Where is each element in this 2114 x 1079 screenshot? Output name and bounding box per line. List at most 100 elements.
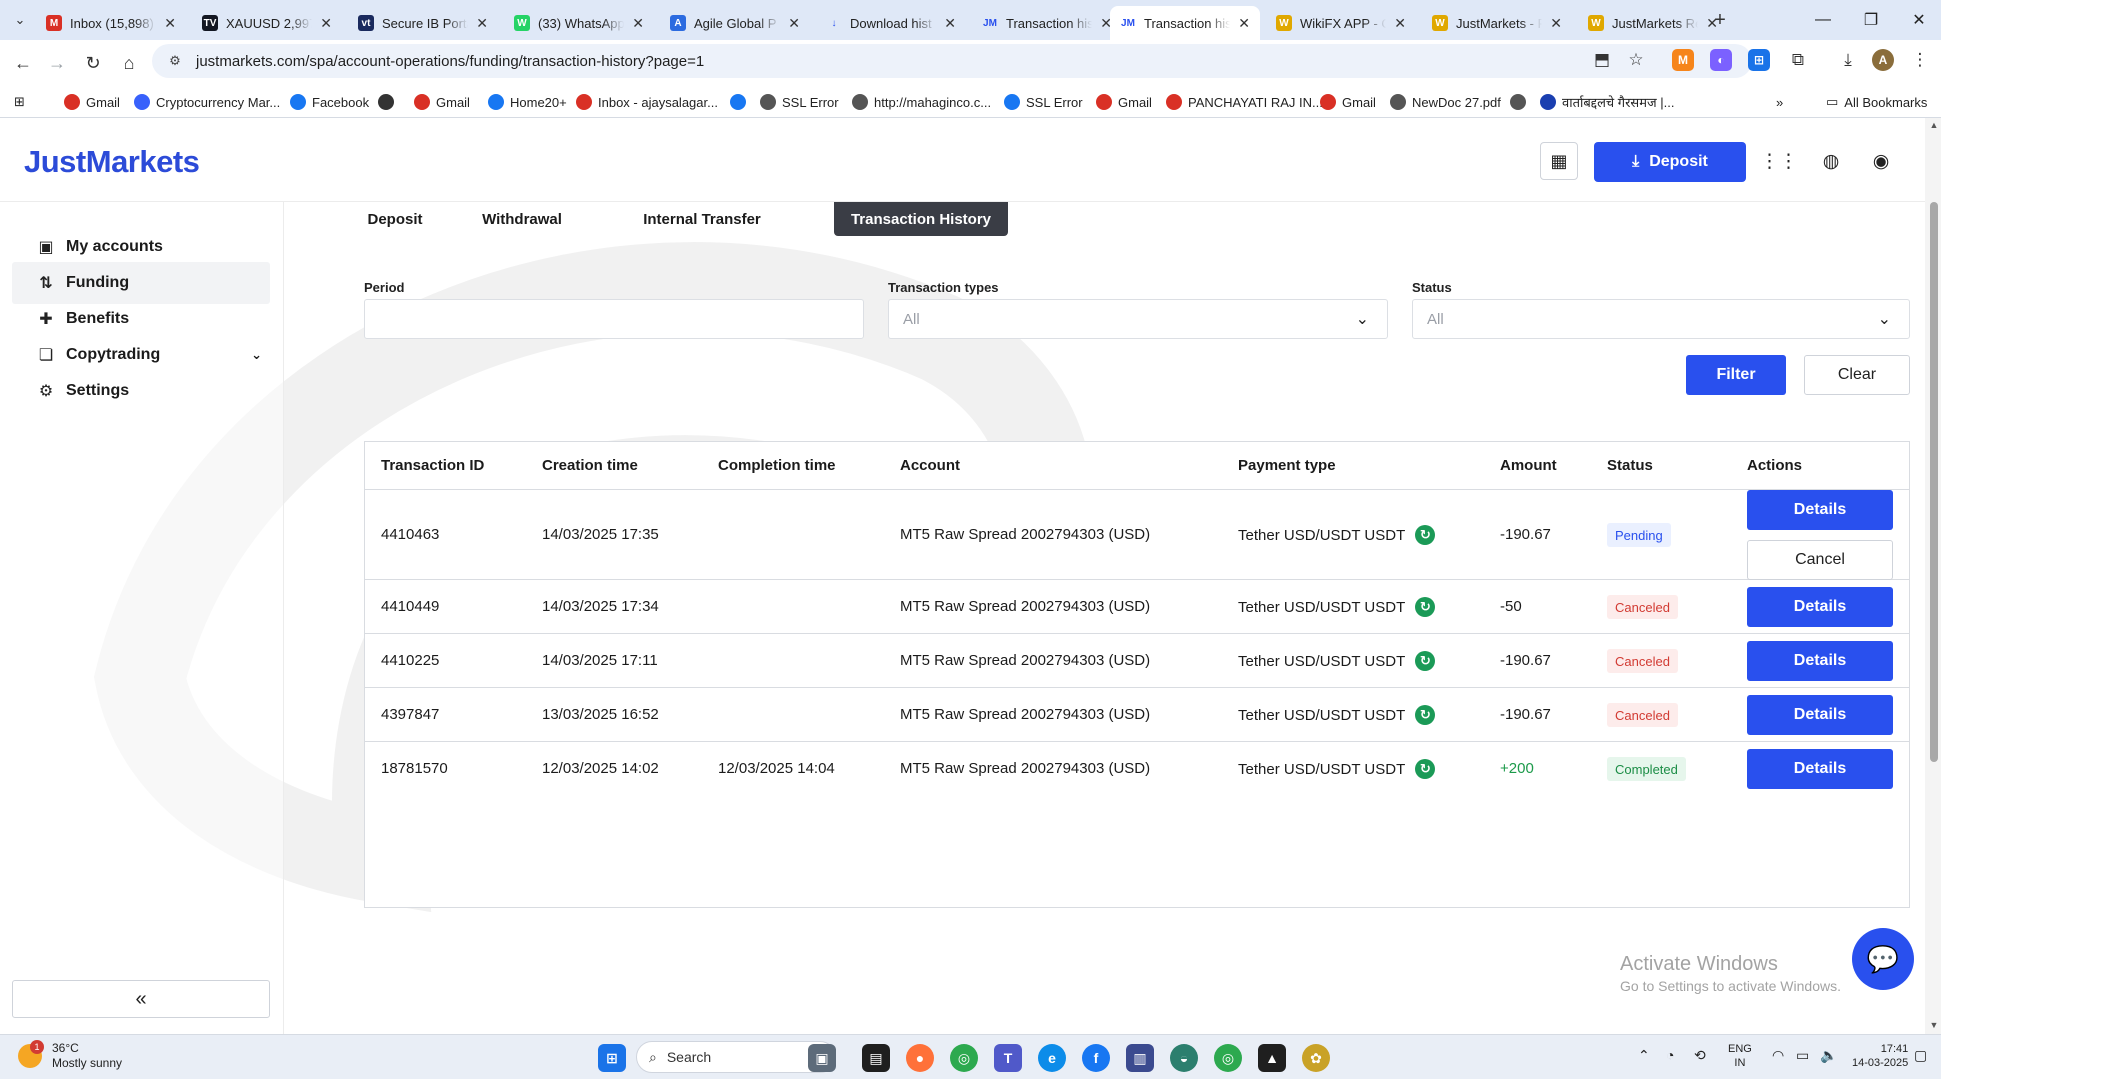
battery-icon[interactable]: ▭ bbox=[1796, 1047, 1809, 1064]
close-tab-icon[interactable]: ✕ bbox=[788, 15, 800, 32]
browser-tab[interactable]: W WikiFX APP - C ✕ bbox=[1266, 6, 1416, 40]
close-tab-icon[interactable]: ✕ bbox=[632, 15, 644, 32]
details-button[interactable]: Details bbox=[1747, 587, 1893, 627]
qr-code-button[interactable]: ▦ bbox=[1540, 142, 1578, 180]
cancel-button[interactable]: Cancel bbox=[1747, 540, 1893, 580]
bookmark-item[interactable]: Gmail bbox=[414, 92, 470, 112]
close-tab-icon[interactable]: ✕ bbox=[476, 15, 488, 32]
forward-button[interactable]: → bbox=[44, 50, 70, 76]
browser-tab[interactable]: A Agile Global P ✕ bbox=[660, 6, 810, 40]
details-button[interactable]: Details bbox=[1747, 490, 1893, 530]
close-tab-icon[interactable]: ✕ bbox=[1550, 15, 1562, 32]
live-chat-button[interactable]: 💬 bbox=[1852, 928, 1914, 990]
scroll-down-icon[interactable]: ▼ bbox=[1928, 1020, 1940, 1030]
close-tab-icon[interactable]: ✕ bbox=[1394, 15, 1406, 32]
browser-menu-icon[interactable]: ⋮ bbox=[1906, 46, 1934, 74]
close-tab-icon[interactable]: ✕ bbox=[1238, 15, 1250, 32]
browser-tab[interactable]: W JustMarkets - F ✕ bbox=[1422, 6, 1572, 40]
bookmark-item[interactable] bbox=[730, 92, 752, 112]
clock[interactable]: 17:41 14-03-2025 bbox=[1852, 1042, 1908, 1070]
metamask-extension-icon[interactable]: M bbox=[1672, 49, 1694, 71]
tab-deposit[interactable]: Deposit bbox=[352, 202, 438, 236]
extension-icon[interactable]: ⊞ bbox=[1748, 49, 1770, 71]
period-input[interactable] bbox=[364, 299, 864, 339]
new-tab-button[interactable]: + bbox=[1708, 8, 1732, 32]
volume-icon[interactable]: 🔈 bbox=[1820, 1047, 1837, 1064]
bookmark-item[interactable]: Inbox - ajaysalagar... bbox=[576, 92, 718, 112]
app-icon[interactable]: ▥ bbox=[1126, 1044, 1154, 1072]
restore-button[interactable]: ❐ bbox=[1848, 4, 1894, 36]
browser-tab[interactable]: JM Transaction his ✕ bbox=[972, 6, 1122, 40]
tab-internal-transfer[interactable]: Internal Transfer bbox=[602, 202, 802, 236]
browser-tab[interactable]: JM Transaction his ✕ bbox=[1110, 6, 1260, 40]
bookmark-item[interactable] bbox=[1510, 92, 1532, 112]
bookmark-item[interactable]: Cryptocurrency Mar... bbox=[134, 92, 280, 112]
filter-button[interactable]: Filter bbox=[1686, 355, 1786, 395]
address-bar[interactable]: ⚙ justmarkets.com/spa/account-operations… bbox=[152, 44, 1752, 78]
install-app-icon[interactable]: ⬒ bbox=[1588, 46, 1616, 74]
user-profile-icon[interactable]: ◉ bbox=[1868, 148, 1894, 174]
apps-grid-icon[interactable]: ⊞ bbox=[14, 92, 25, 112]
weather-widget[interactable]: 1 36°C Mostly sunny bbox=[18, 1040, 122, 1071]
app-icon[interactable]: ◒ bbox=[1170, 1044, 1198, 1072]
wifi-icon[interactable]: ◠ bbox=[1772, 1047, 1784, 1064]
close-tab-icon[interactable]: ✕ bbox=[944, 15, 956, 32]
status-select[interactable]: All ⌄ bbox=[1412, 299, 1910, 339]
bookmark-item[interactable]: SSL Error bbox=[760, 92, 839, 112]
browser-tab[interactable]: M Inbox (15,898) ✕ bbox=[36, 6, 186, 40]
bookmark-item[interactable]: Gmail bbox=[1320, 92, 1376, 112]
bookmark-item[interactable]: SSL Error bbox=[1004, 92, 1083, 112]
profile-avatar[interactable]: A bbox=[1872, 49, 1894, 71]
app-icon[interactable]: ✿ bbox=[1302, 1044, 1330, 1072]
browser-tab[interactable]: W JustMarkets Re ✕ bbox=[1578, 6, 1728, 40]
file-explorer-icon[interactable]: ▤ bbox=[862, 1044, 890, 1072]
bookmark-item[interactable]: http://mahaginco.c... bbox=[852, 92, 991, 112]
edge-icon[interactable]: e bbox=[1038, 1044, 1066, 1072]
tray-app-icon[interactable]: ⟲ bbox=[1694, 1047, 1706, 1064]
bookmark-item[interactable]: Home20+ bbox=[488, 92, 567, 112]
bookmark-item[interactable] bbox=[378, 92, 400, 112]
minimize-button[interactable]: — bbox=[1800, 4, 1846, 36]
downloads-icon[interactable]: ⤓ bbox=[1834, 46, 1862, 74]
tab-search-button[interactable]: ⌄ bbox=[8, 8, 32, 32]
mt5-icon[interactable]: ▲ bbox=[1258, 1044, 1286, 1072]
tray-app-icon[interactable]: ◔ bbox=[1666, 1047, 1674, 1063]
bookmark-item[interactable]: NewDoc 27.pdf bbox=[1390, 92, 1501, 112]
scroll-up-icon[interactable]: ▲ bbox=[1928, 120, 1940, 130]
browser-tab[interactable]: vt Secure IB Porta ✕ bbox=[348, 6, 498, 40]
back-button[interactable]: ← bbox=[10, 50, 36, 76]
collapse-sidebar-button[interactable]: « bbox=[12, 980, 270, 1018]
browser-tab[interactable]: TV XAUUSD 2,997 ✕ bbox=[192, 6, 342, 40]
scrollbar-thumb[interactable] bbox=[1930, 202, 1938, 762]
firefox-icon[interactable]: ● bbox=[906, 1044, 934, 1072]
extensions-puzzle-icon[interactable]: ⧉ bbox=[1784, 46, 1812, 74]
bookmark-item[interactable]: Facebook bbox=[290, 92, 369, 112]
chrome-icon[interactable]: ◎ bbox=[1214, 1044, 1242, 1072]
all-bookmarks-button[interactable]: ▭ All Bookmarks bbox=[1826, 92, 1927, 112]
site-settings-icon[interactable]: ⚙ bbox=[166, 52, 184, 70]
home-button[interactable]: ⌂ bbox=[116, 50, 142, 76]
tab-withdrawal[interactable]: Withdrawal bbox=[462, 202, 582, 236]
browser-tab[interactable]: ↓ Download hist ✕ bbox=[816, 6, 966, 40]
bookmark-item[interactable]: PANCHAYATI RAJ IN... bbox=[1166, 92, 1323, 112]
more-bookmarks-icon[interactable]: » bbox=[1776, 92, 1783, 112]
apps-grid-icon[interactable]: ⋮⋮ bbox=[1760, 148, 1798, 174]
close-window-button[interactable]: ✕ bbox=[1896, 4, 1942, 36]
justmarkets-logo[interactable]: JustMarkets bbox=[24, 144, 200, 180]
clear-button[interactable]: Clear bbox=[1804, 355, 1910, 395]
page-scrollbar[interactable]: ▲ ▼ bbox=[1925, 118, 1941, 1034]
details-button[interactable]: Details bbox=[1747, 695, 1893, 735]
details-button[interactable]: Details bbox=[1747, 749, 1893, 789]
tray-overflow-icon[interactable]: ⌃ bbox=[1638, 1047, 1650, 1064]
sidebar-item-settings[interactable]: ⚙ Settings bbox=[12, 370, 270, 412]
close-tab-icon[interactable]: ✕ bbox=[320, 15, 332, 32]
facebook-icon[interactable]: f bbox=[1082, 1044, 1110, 1072]
reload-button[interactable]: ↻ bbox=[80, 50, 106, 76]
language-globe-icon[interactable]: ◍ bbox=[1818, 148, 1844, 174]
tab-transaction-history[interactable]: Transaction History bbox=[834, 202, 1008, 236]
taskbar-search[interactable]: ⌕ Search bbox=[636, 1041, 836, 1073]
transaction-types-select[interactable]: All ⌄ bbox=[888, 299, 1388, 339]
windows-start-icon[interactable]: ⊞ bbox=[598, 1044, 626, 1072]
language-indicator[interactable]: ENG IN bbox=[1728, 1042, 1752, 1070]
extension-icon[interactable]: ◐ bbox=[1710, 49, 1732, 71]
